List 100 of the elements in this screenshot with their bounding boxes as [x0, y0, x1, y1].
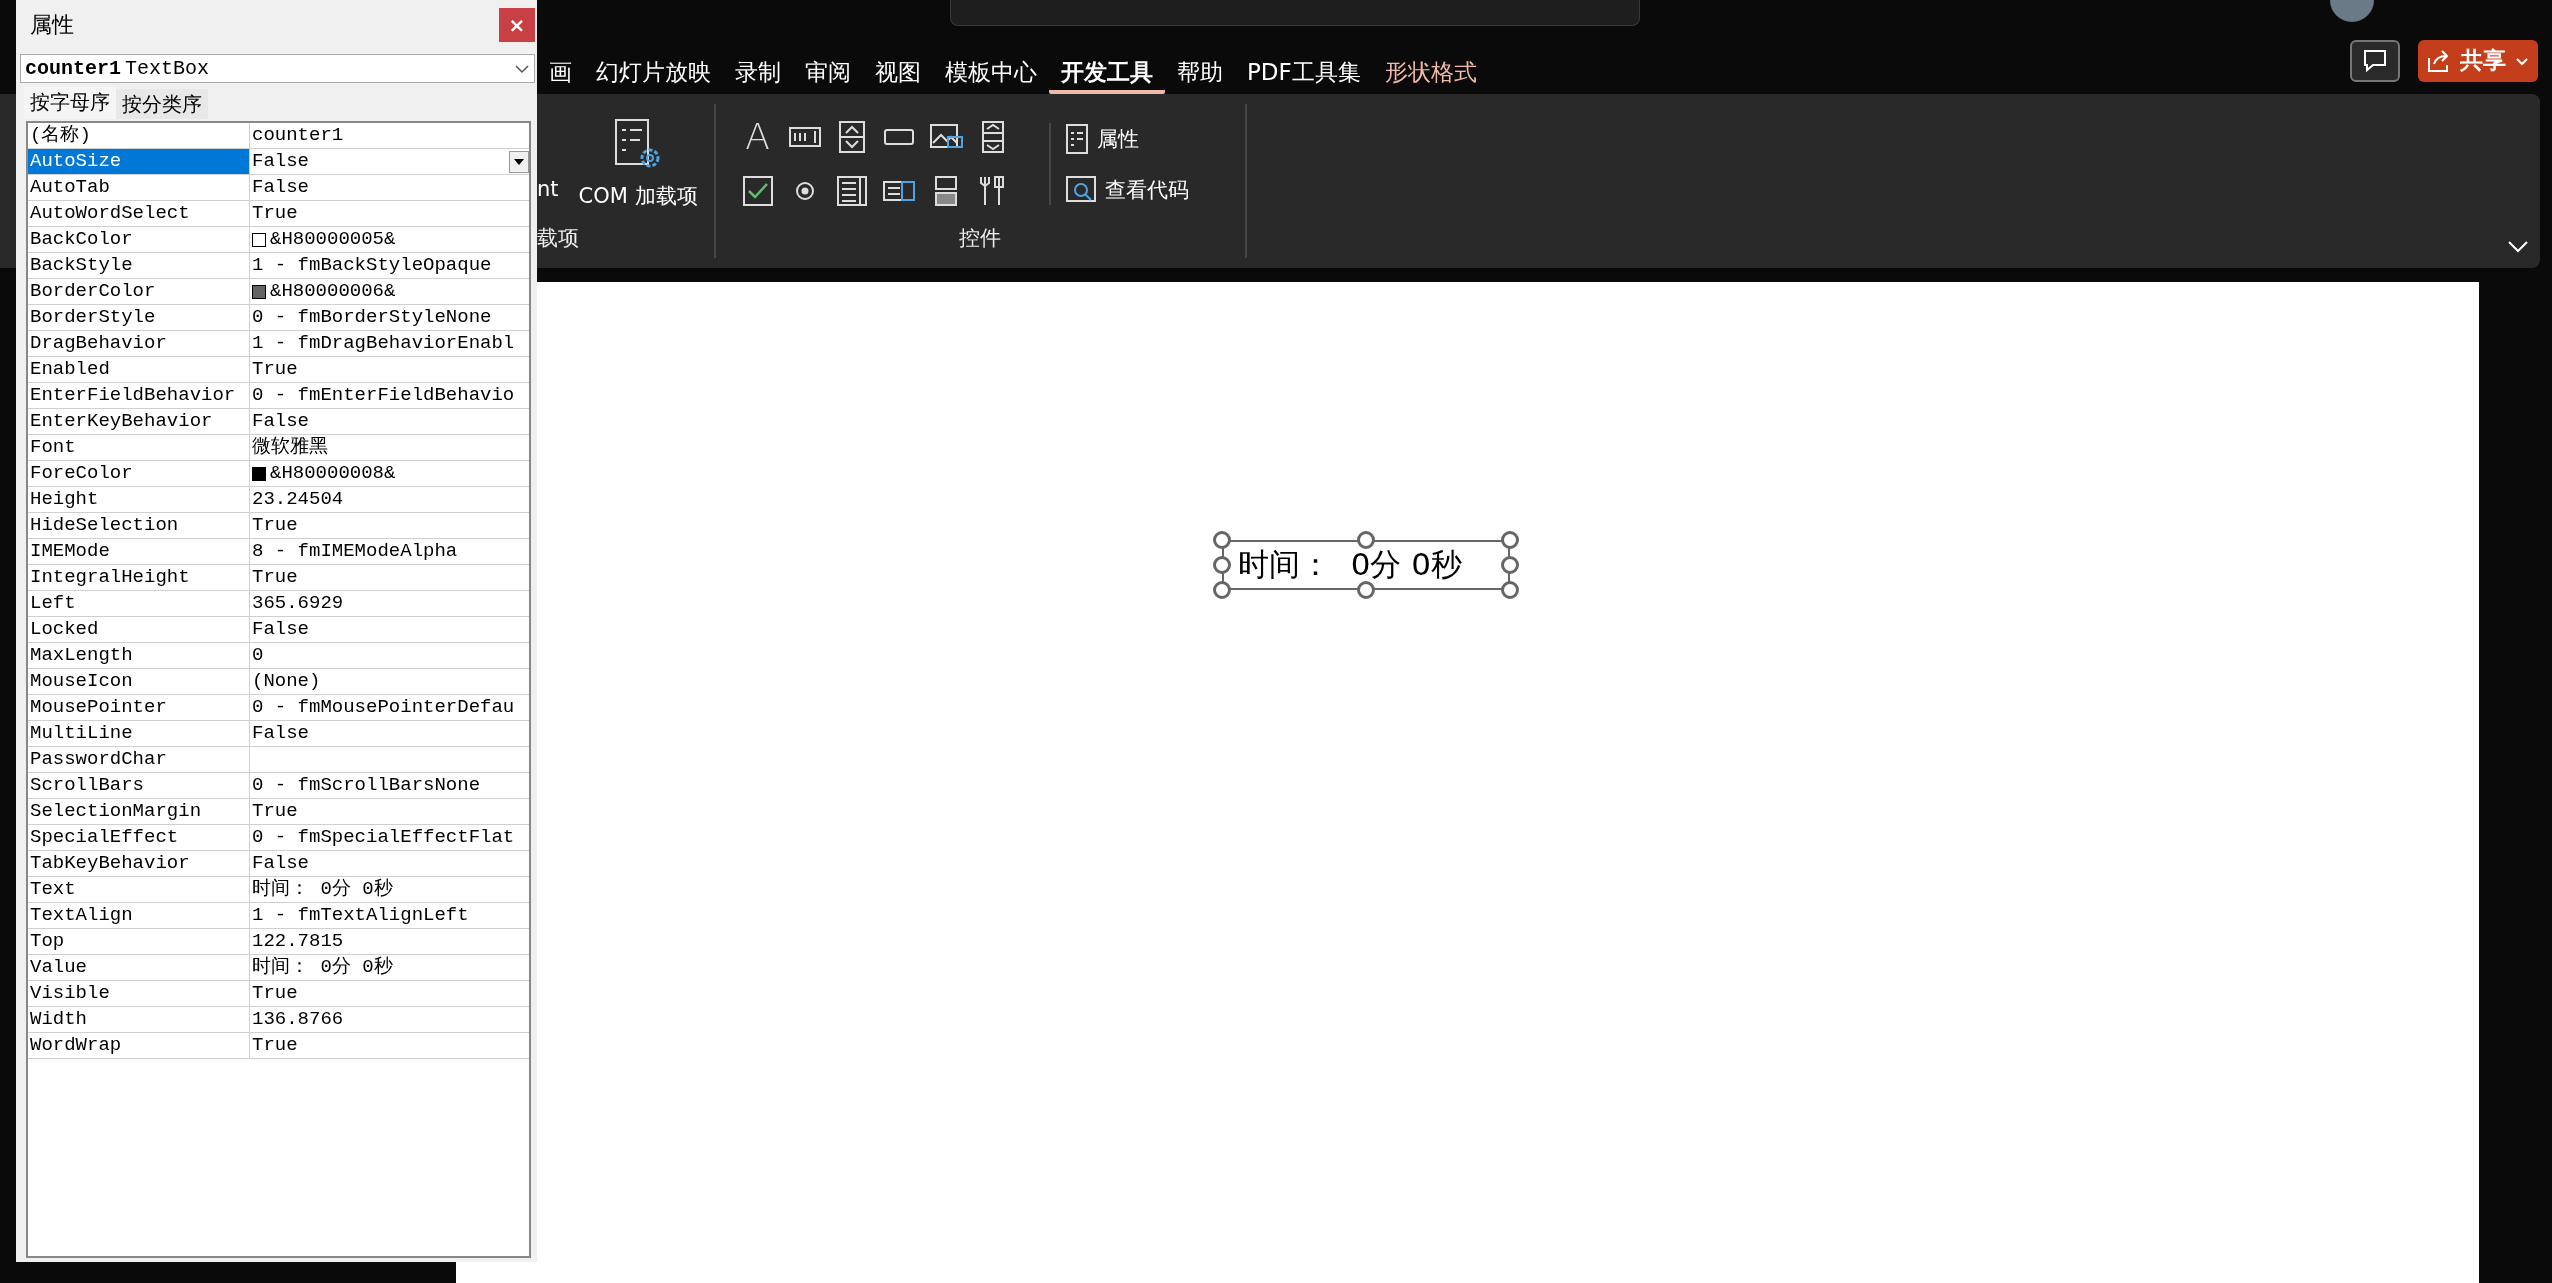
property-value: True	[252, 201, 298, 226]
property-name[interactable]: IMEMode	[28, 539, 250, 564]
caret-icon	[514, 62, 530, 75]
view-code-button[interactable]: 查看代码	[1064, 175, 1229, 205]
object-type: TextBox	[125, 57, 210, 80]
resize-handle[interactable]	[1213, 531, 1231, 549]
property-name[interactable]: ForeColor	[28, 461, 250, 486]
property-name[interactable]: Top	[28, 929, 250, 954]
property-value: counter1	[252, 123, 344, 148]
property-name[interactable]: SpecialEffect	[28, 825, 250, 850]
group-label: 控件	[958, 225, 1003, 252]
ribbon-tab[interactable]: 审阅	[793, 55, 863, 94]
property-value: &H80000005&	[270, 227, 396, 252]
comment-button[interactable]	[2350, 39, 2400, 82]
caret-icon	[514, 158, 524, 165]
dropdown-button[interactable]	[509, 150, 529, 173]
property-value: True	[252, 799, 298, 824]
property-value: 1 - fmTextAlignLeft	[252, 903, 469, 928]
property-value: False	[252, 175, 309, 200]
properties-button[interactable]: 属性	[1064, 123, 1229, 155]
property-value: 23.24504	[252, 487, 344, 512]
property-value: False	[252, 149, 309, 174]
property-name[interactable]: ScrollBars	[28, 773, 250, 798]
property-name[interactable]: BorderColor	[28, 279, 250, 304]
property-value: 122.7815	[252, 929, 344, 954]
ribbon-tab[interactable]: 形状格式	[1372, 55, 1489, 94]
property-name[interactable]: WordWrap	[28, 1033, 250, 1058]
property-value: 8 - fmIMEModeAlpha	[252, 539, 458, 564]
property-name[interactable]: EnterKeyBehavior	[28, 409, 250, 434]
resize-handle[interactable]	[1357, 531, 1375, 549]
ribbon-tab[interactable]: 画	[537, 55, 584, 94]
property-name[interactable]: TextAlign	[28, 903, 250, 928]
property-value: 微软雅黑	[252, 435, 328, 460]
resize-handle[interactable]	[1213, 581, 1231, 599]
property-value: False	[252, 851, 309, 876]
property-name[interactable]: MaxLength	[28, 643, 250, 668]
resize-handle[interactable]	[1213, 556, 1231, 574]
resize-handle[interactable]	[1501, 556, 1519, 574]
resize-handle[interactable]	[1501, 581, 1519, 599]
tab[interactable]: 按分类序	[116, 89, 208, 119]
property-name[interactable]: AutoWordSelect	[28, 201, 250, 226]
property-value: 365.6929	[252, 591, 344, 616]
avatar[interactable]	[2330, 0, 2374, 22]
property-value: 0 - fmScrollBarsNone	[252, 773, 481, 798]
property-name[interactable]: BorderStyle	[28, 305, 250, 330]
property-name[interactable]: Visible	[28, 981, 250, 1006]
window-title: 属性	[30, 11, 74, 39]
property-value: True	[252, 513, 298, 538]
property-name[interactable]: PasswordChar	[28, 747, 250, 772]
property-value: 0 - fmMousePointerDefau	[252, 695, 515, 720]
property-name[interactable]: EnterFieldBehavior	[28, 383, 250, 408]
property-value: True	[252, 981, 298, 1006]
tab[interactable]: 按字母序	[24, 87, 116, 119]
list-icon	[1064, 123, 1089, 155]
ribbon-tab[interactable]: 模板中心	[933, 55, 1049, 94]
label-tool-button[interactable]: A	[739, 119, 776, 155]
property-name[interactable]: AutoSize	[28, 149, 250, 174]
property-value: True	[252, 357, 298, 382]
property-value: 时间： 0分 0秒	[252, 955, 393, 980]
close-button[interactable]: ×	[499, 8, 535, 42]
ribbon-button[interactable]: nt	[537, 177, 559, 201]
property-name[interactable]: MousePointer	[28, 695, 250, 720]
resize-handle[interactable]	[1357, 581, 1375, 599]
property-name[interactable]: TabKeyBehavior	[28, 851, 250, 876]
property-name[interactable]: BackStyle	[28, 253, 250, 278]
search-field[interactable]	[950, 0, 1640, 26]
property-value: 136.8766	[252, 1007, 344, 1032]
property-name[interactable]: Text	[28, 877, 250, 902]
object-selector[interactable]: counter1 TextBox	[20, 54, 535, 83]
ribbon-tab[interactable]: 视图	[863, 55, 933, 94]
ribbon-tab[interactable]: 录制	[723, 55, 793, 94]
property-name[interactable]: Font	[28, 435, 250, 460]
property-name[interactable]: Width	[28, 1007, 250, 1032]
share-button[interactable]: 共享	[2418, 39, 2538, 82]
ribbon-tab[interactable]: 帮助	[1165, 55, 1235, 94]
property-name[interactable]: BackColor	[28, 227, 250, 252]
property-value: True	[252, 1033, 298, 1058]
property-name[interactable]: Enabled	[28, 357, 250, 382]
property-name[interactable]: SelectionMargin	[28, 799, 250, 824]
ribbon-tab[interactable]: PDF工具集	[1235, 55, 1373, 94]
property-name[interactable]: MouseIcon	[28, 669, 250, 694]
property-value: &H80000008&	[270, 461, 396, 486]
property-name[interactable]: DragBehavior	[28, 331, 250, 356]
property-value: True	[252, 565, 298, 590]
collapse-ribbon-icon[interactable]	[2506, 238, 2530, 254]
property-name[interactable]: MultiLine	[28, 721, 250, 746]
property-name[interactable]: Value	[28, 955, 250, 980]
property-name[interactable]: IntegralHeight	[28, 565, 250, 590]
property-name[interactable]: HideSelection	[28, 513, 250, 538]
property-value: False	[252, 409, 309, 434]
comment-icon	[2362, 47, 2388, 74]
magnifier-icon	[1064, 175, 1097, 205]
property-value: 0	[252, 643, 264, 668]
resize-handle[interactable]	[1501, 531, 1519, 549]
property-value: 0 - fmSpecialEffectFlat	[252, 825, 515, 850]
property-name[interactable]: AutoTab	[28, 175, 250, 200]
ribbon-tab[interactable]: 幻灯片放映	[584, 55, 723, 94]
property-value: 时间： 0分 0秒	[252, 877, 393, 902]
com-addins-button[interactable]: COM 加载项	[578, 118, 698, 210]
property-name[interactable]: Height	[28, 487, 250, 512]
